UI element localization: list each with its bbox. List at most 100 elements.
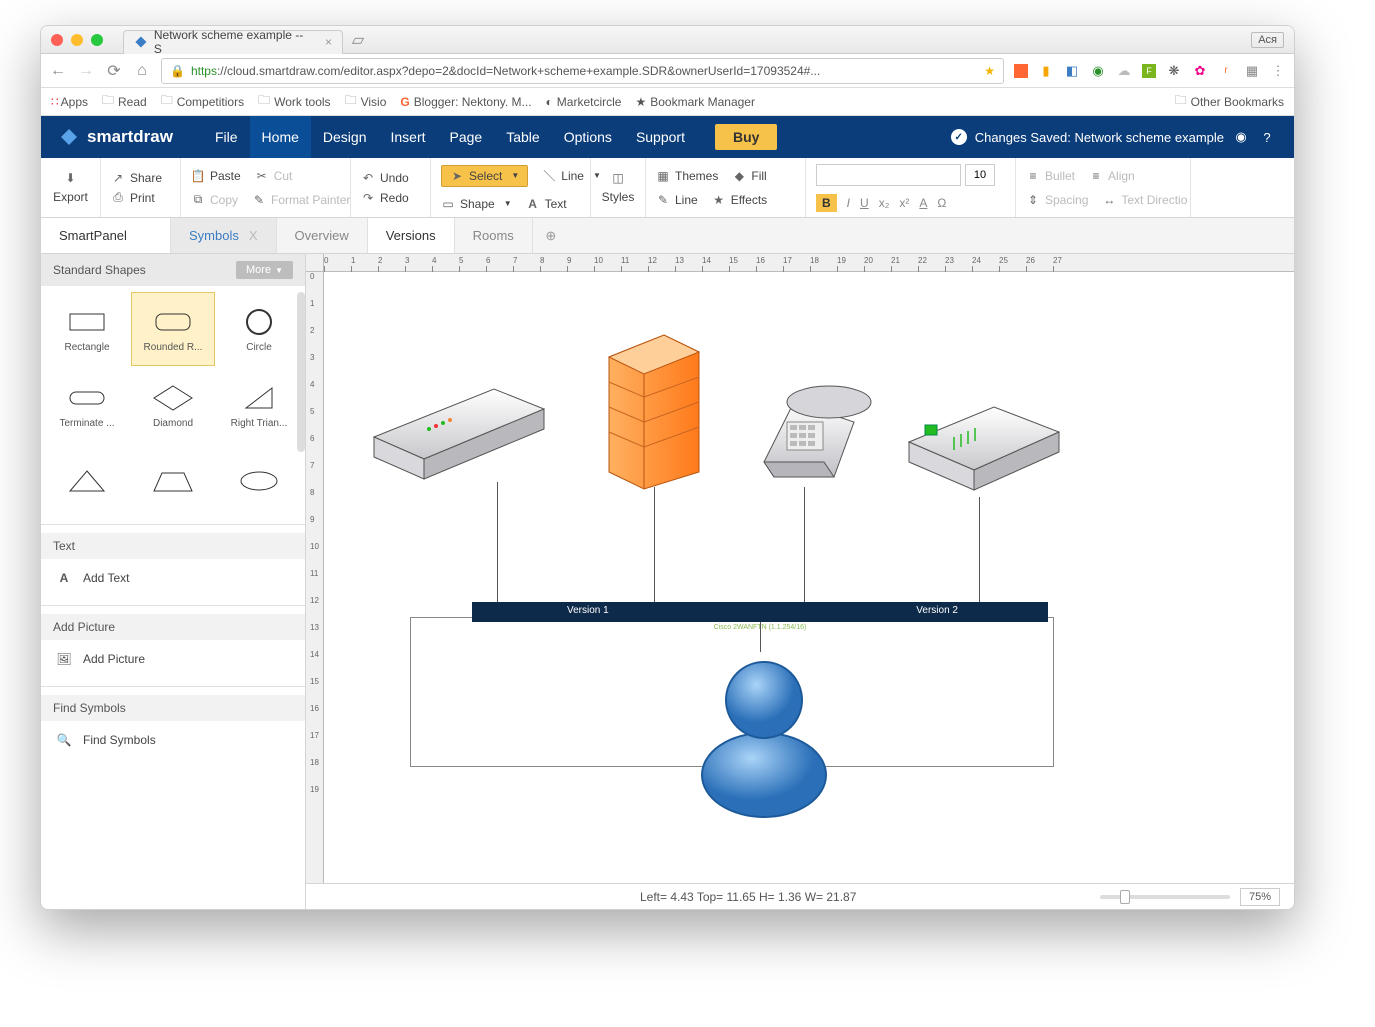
other-bookmarks[interactable]: 🗀Other Bookmarks (1175, 91, 1284, 112)
ext-icon[interactable]: ▮ (1038, 63, 1054, 79)
add-picture-button[interactable]: 🖼Add Picture (41, 640, 305, 678)
menu-options[interactable]: Options (552, 116, 624, 158)
ext-icon[interactable] (1014, 64, 1028, 78)
text-direction-button[interactable]: ↔Text Directio (1102, 193, 1187, 207)
switch-bar[interactable]: Version 1 Version 2 (472, 602, 1048, 622)
bookmark-link[interactable]: ◐Marketcircle (546, 95, 622, 109)
ext-icon[interactable]: ❋ (1166, 63, 1182, 79)
tab-symbols[interactable]: SymbolsX (171, 218, 277, 253)
bookmark-folder[interactable]: 🗀Read (102, 91, 147, 112)
find-symbols-button[interactable]: 🔍Find Symbols (41, 721, 305, 759)
connector[interactable] (760, 622, 761, 652)
add-tab-button[interactable]: ⊕ (533, 218, 569, 253)
bookmark-folder[interactable]: 🗀Competitiors (161, 91, 244, 112)
menu-icon[interactable]: ⋮ (1270, 63, 1286, 79)
ext-icon[interactable]: ◧ (1064, 63, 1080, 79)
superscript-button[interactable]: x² (899, 196, 909, 210)
italic-button[interactable]: I (847, 196, 850, 210)
menu-file[interactable]: File (203, 116, 250, 158)
tab-overview[interactable]: Overview (277, 218, 368, 253)
zoom-slider[interactable] (1100, 895, 1230, 899)
menu-home[interactable]: Home (250, 116, 311, 158)
profile-badge[interactable]: Ася (1251, 32, 1284, 48)
tab-smartpanel[interactable]: SmartPanel (41, 218, 171, 253)
select-tool[interactable]: ➤Select▼ (441, 165, 528, 187)
tab-close-icon[interactable]: × (325, 35, 332, 49)
line-style-button[interactable]: ✎Line (656, 193, 698, 207)
phone-shape[interactable] (739, 367, 879, 492)
menu-insert[interactable]: Insert (379, 116, 438, 158)
close-icon[interactable]: X (249, 228, 258, 243)
copy-button[interactable]: ⧉Copy (191, 193, 238, 207)
address-bar[interactable]: 🔒 https://cloud.smartdraw.com/editor.asp… (161, 58, 1004, 84)
shape-rounded-rect[interactable]: Rounded R... (131, 292, 215, 366)
menu-support[interactable]: Support (624, 116, 697, 158)
connector[interactable] (979, 497, 980, 602)
router-shape[interactable] (899, 392, 1069, 502)
spacing-button[interactable]: ⇕Spacing (1026, 193, 1088, 207)
bookmark-folder[interactable]: 🗀Visio (345, 91, 387, 112)
zoom-value[interactable]: 75% (1240, 888, 1280, 906)
format-painter-button[interactable]: ✎Format Painter (252, 193, 350, 207)
firewall-shape[interactable] (594, 327, 714, 492)
tab-versions[interactable]: Versions (368, 218, 455, 253)
ext-icon[interactable]: ✿ (1192, 63, 1208, 79)
font-color-button[interactable]: A (919, 196, 927, 210)
subscript-button[interactable]: x₂ (879, 196, 890, 210)
shape-tool[interactable]: ▭Shape▼ (441, 197, 512, 211)
star-icon[interactable]: ★ (984, 64, 995, 78)
undo-button[interactable]: ↶Undo (361, 171, 420, 185)
bullet-button[interactable]: ≡Bullet (1026, 169, 1075, 183)
notifications-icon[interactable]: ◉ (1232, 128, 1250, 146)
shape-trapezoid[interactable] (131, 444, 215, 518)
ext-icon[interactable]: ☁ (1116, 63, 1132, 79)
tab-rooms[interactable]: Rooms (455, 218, 533, 253)
fill-button[interactable]: ◆Fill (732, 169, 766, 183)
shape-ellipse[interactable] (217, 444, 301, 518)
bookmark-folder[interactable]: 🗀Work tools (258, 91, 330, 112)
connector[interactable] (804, 487, 805, 602)
window-close-icon[interactable] (51, 34, 63, 46)
connector[interactable] (654, 487, 655, 602)
buy-button[interactable]: Buy (715, 124, 777, 150)
add-text-button[interactable]: AAdd Text (41, 559, 305, 597)
user-shape[interactable] (694, 650, 834, 820)
cut-button[interactable]: ✂Cut (255, 169, 293, 183)
align-button[interactable]: ≡Align (1089, 169, 1135, 183)
ext-icon[interactable]: ◉ (1090, 63, 1106, 79)
export-button[interactable]: ⬇Export (53, 171, 88, 204)
back-button[interactable]: ← (49, 62, 67, 80)
new-tab-button[interactable]: ▱ (347, 26, 369, 54)
paste-button[interactable]: 📋Paste (191, 169, 241, 183)
shape-rectangle[interactable]: Rectangle (45, 292, 129, 366)
canvas[interactable]: Version 1 Version 2 Cisco 2WANFTN (1.1.2… (324, 272, 1294, 910)
window-zoom-icon[interactable] (91, 34, 103, 46)
help-icon[interactable]: ? (1258, 128, 1276, 146)
symbol-button[interactable]: Ω (937, 196, 946, 210)
shape-circle[interactable]: Circle (217, 292, 301, 366)
share-button[interactable]: ↗Share (111, 171, 170, 185)
menu-table[interactable]: Table (494, 116, 551, 158)
bookmark-link[interactable]: ★Bookmark Manager (635, 95, 754, 109)
apps-button[interactable]: ∷Apps (51, 95, 88, 109)
shape-triangle[interactable] (45, 444, 129, 518)
effects-button[interactable]: ★Effects (712, 193, 767, 207)
ext-icon[interactable]: r (1218, 63, 1234, 79)
print-button[interactable]: ⎙Print (111, 191, 170, 205)
more-button[interactable]: More▼ (236, 261, 293, 279)
redo-button[interactable]: ↷Redo (361, 191, 420, 205)
styles-button[interactable]: ◫Styles (602, 171, 635, 204)
window-minimize-icon[interactable] (71, 34, 83, 46)
font-size-input[interactable] (965, 164, 995, 186)
shapes-scrollbar[interactable] (297, 292, 305, 452)
home-button[interactable]: ⌂ (133, 62, 151, 80)
connector[interactable] (497, 482, 498, 602)
shape-right-triangle[interactable]: Right Trian... (217, 368, 301, 442)
font-family-input[interactable] (816, 164, 961, 186)
menu-page[interactable]: Page (438, 116, 495, 158)
reload-button[interactable]: ⟳ (105, 62, 123, 80)
menu-design[interactable]: Design (311, 116, 379, 158)
modem-shape[interactable] (364, 367, 554, 487)
ext-icon[interactable]: F (1142, 64, 1156, 78)
underline-button[interactable]: U (860, 196, 869, 210)
